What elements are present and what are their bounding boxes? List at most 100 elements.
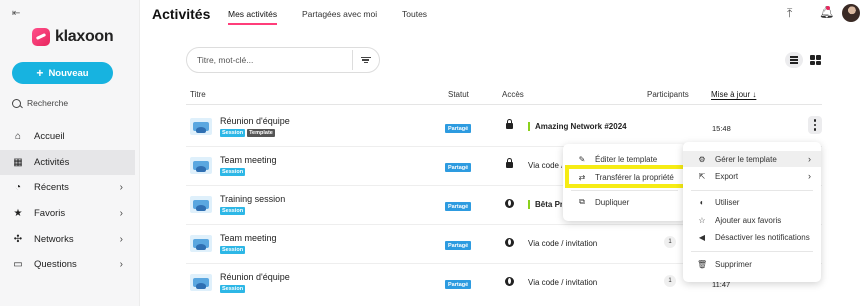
chevron-right-icon: › [808,154,811,164]
menu-item-duplicate[interactable]: ⧉ Dupliquer [563,194,686,210]
globe-icon [505,238,514,247]
session-badge: Session [220,246,246,254]
lock-icon [506,119,513,129]
row-title: Team meeting [220,155,277,165]
status-badge: Partagé [445,280,472,289]
menu-item-label: Utiliser [715,197,740,207]
home-icon: ⌂ [14,131,22,143]
menu-item-mute-notifications[interactable]: ◀︎ Désactiver les notifications [683,229,821,245]
access-label: Via code / invitation [528,239,598,248]
star-icon: ★ [13,208,23,220]
networks-icon: ✣ [13,233,23,245]
lock-icon [506,158,513,168]
column-header-acces[interactable]: Accès [502,90,524,99]
activities-icon: ▦ [13,156,23,168]
menu-item-label: Supprimer [715,259,752,269]
menu-item-manage-template[interactable]: ⚙ Gérer le template › [683,151,821,167]
sidebar: ⇤ klaxoon + Nouveau Recherche ⌂ Accueil … [0,0,140,306]
menu-item-export[interactable]: ⇱ Export › [683,168,821,184]
session-badge: Session [220,207,246,215]
row-title: Team meeting [220,233,277,243]
menu-item-use[interactable]: ◐ Utiliser [683,194,821,210]
upload-icon[interactable]: ⤒ [787,6,801,20]
klaxoon-logo[interactable]: klaxoon [32,28,114,46]
sidebar-item-recents[interactable]: ◔ Récents › [0,175,135,201]
search-input[interactable] [197,55,347,65]
sidebar-item-label: Questions [34,259,77,271]
column-header-mise-a-jour[interactable]: Mise à jour ↓ [711,90,756,99]
participants-count: 1 [664,236,676,248]
status-badge: Partagé [445,163,472,172]
more-options-icon[interactable] [808,116,822,134]
menu-item-delete[interactable]: 🗑︎ Supprimer [683,256,821,272]
sidebar-nav: ⌂ Accueil ▦ Activités ◔ Récents › ★ Favo… [0,124,135,278]
access-label: Amazing Network #2024 [528,122,627,131]
menu-item-add-favorites[interactable]: ☆ Ajouter aux favoris [683,212,821,228]
menu-item-label: Ajouter aux favoris [715,215,782,225]
menu-item-label: Gérer le template [715,154,777,164]
sidebar-item-label: Favoris [34,208,66,220]
globe-icon [505,199,514,208]
menu-item-label: Éditer le template [595,154,658,164]
page-title: Activités [152,6,211,22]
star-outline-icon: ☆ [698,215,706,225]
row-title: Réunion d'équipe [220,116,290,126]
mute-icon: ◀︎ [698,232,706,242]
activity-thumbnail [190,157,212,174]
header-divider [186,104,822,105]
chevron-right-icon: › [119,259,123,271]
chevron-right-icon: › [808,171,811,181]
sidebar-item-accueil[interactable]: ⌂ Accueil [0,124,135,150]
context-menu: ⚙ Gérer le template › ⇱ Export › ◐ Utili… [683,142,821,282]
sidebar-item-label: Networks [34,233,74,245]
sidebar-item-activites[interactable]: ▦ Activités [0,149,135,176]
search-icon [12,98,21,108]
tab-mes-activites[interactable]: Mes activités [228,9,278,25]
sidebar-search[interactable]: Recherche [12,98,68,108]
menu-item-label: Dupliquer [595,197,630,207]
tab-partagees-avec-moi[interactable]: Partagées avec moi [302,9,377,19]
session-badge: Session [220,129,246,137]
notification-dot [826,6,830,10]
activity-thumbnail [190,274,212,291]
sidebar-item-label: Récents [34,182,69,194]
sidebar-item-label: Activités [34,156,70,168]
grid-view-icon[interactable] [810,55,821,65]
sidebar-item-networks[interactable]: ✣ Networks › [0,226,135,252]
highlight-annotation [565,165,687,188]
access-label: Via code / invitation [528,278,598,287]
access-label: Bêta Pro [528,200,562,209]
collapse-sidebar-icon[interactable]: ⇤ [12,8,24,19]
top-bar: Activités Mes activités Partagées avec m… [152,0,862,26]
column-header-titre[interactable]: Titre [190,90,206,99]
new-button[interactable]: + Nouveau [12,62,113,84]
list-view-icon[interactable] [785,52,803,68]
gear-icon: ⚙ [698,154,706,164]
activity-thumbnail [190,196,212,213]
access-label: Via code / invitation [528,161,562,170]
chevron-right-icon: › [119,233,123,245]
activity-thumbnail [190,118,212,135]
export-icon: ⇱ [698,171,706,181]
plus-icon: + [36,66,44,80]
sidebar-item-favoris[interactable]: ★ Favoris › [0,201,135,227]
tab-toutes[interactable]: Toutes [402,9,427,19]
logo-text: klaxoon [55,28,114,45]
search-field[interactable] [186,47,380,73]
status-badge: Partagé [445,124,472,133]
menu-item-label: Export [715,171,739,181]
pencil-icon: ✎ [578,154,586,164]
sidebar-item-questions[interactable]: ▭ Questions › [0,252,135,278]
participants-count: 1 [664,275,676,287]
filter-icon[interactable] [352,50,378,70]
toggle-icon: ◐ [699,197,705,207]
menu-item-label: Désactiver les notifications [715,232,810,242]
column-header-statut[interactable]: Statut [448,90,469,99]
status-badge: Partagé [445,202,472,211]
duplicate-icon: ⧉ [579,197,585,206]
avatar[interactable] [842,4,860,22]
sidebar-search-label: Recherche [27,98,69,108]
column-header-participants[interactable]: Participants [647,90,689,99]
session-badge: Session [220,168,246,176]
status-badge: Partagé [445,241,472,250]
